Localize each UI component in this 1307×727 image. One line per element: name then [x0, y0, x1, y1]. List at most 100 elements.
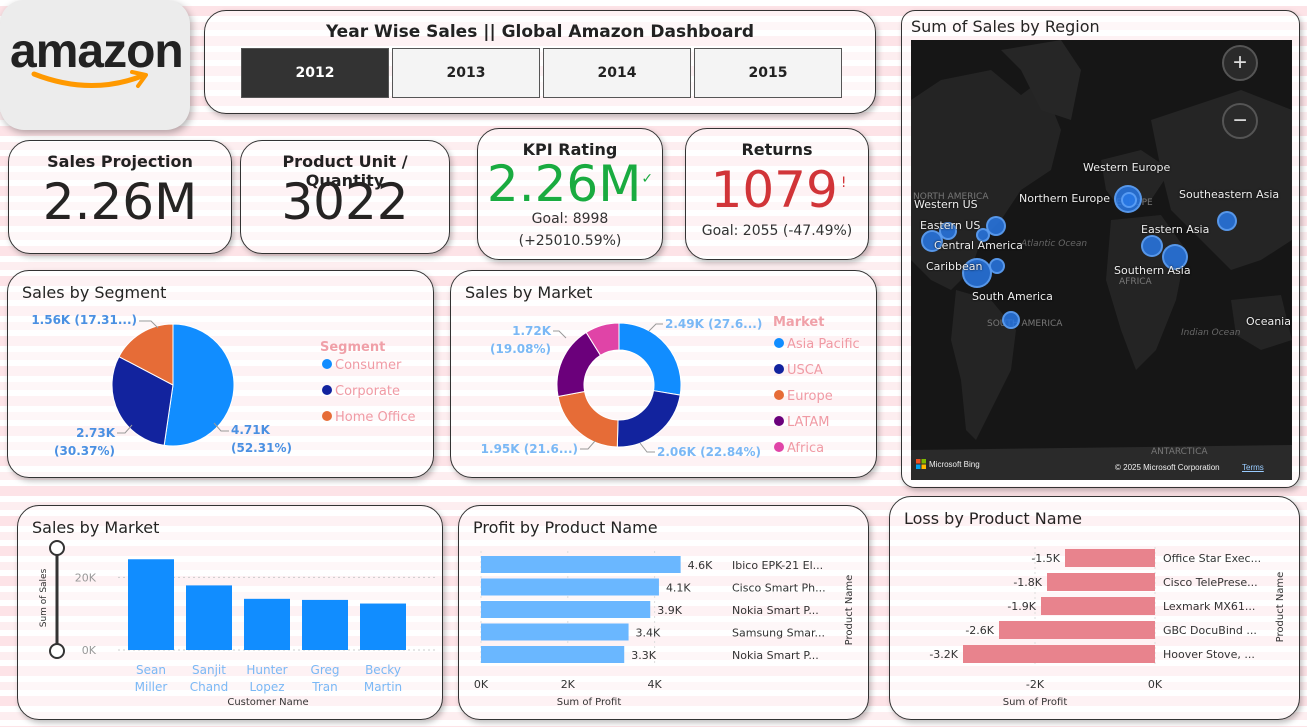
zoom-in-button[interactable]: + [1222, 45, 1258, 81]
legend-dot-home-office [322, 411, 332, 421]
market-leader-asia-pacific [648, 323, 663, 332]
product-units-value: 3022 [281, 173, 409, 231]
bubble-eastern-asia[interactable] [1141, 235, 1163, 257]
customer-x-axis-label: Customer Name [227, 697, 308, 708]
profit-chart-card: Profit by Product Name 0K 2K 4K 4.6K Ibico E… [458, 505, 869, 720]
map-label-eastern-us: Eastern US [920, 219, 981, 232]
sales-projection-card: Sales Projection 2.26M [8, 140, 232, 254]
map-label-southern-asia: Southern Asia [1114, 264, 1191, 277]
bar-sanjit-chand [186, 585, 232, 650]
donut-slice-asia-pacific [618, 322, 682, 396]
x-tick-label: Greg [311, 663, 340, 677]
map-label-northern-europe: Northern Europe [1019, 192, 1111, 205]
profit-bar [481, 578, 659, 596]
legend-dot-africa [774, 442, 784, 452]
bar-greg-tran [302, 599, 348, 650]
bubble-caribbean-2[interactable] [989, 258, 1005, 274]
map-geo-antarctica: ANTARCTICA [1151, 447, 1208, 457]
map-geo-south-america: SOUTH AMERICA [987, 319, 1063, 329]
legend-label-africa: Africa [787, 441, 824, 456]
segment-chart-card: Sales by Segment 4.71K (52.31%) 2.73K (30.3… [7, 270, 434, 478]
legend-dot-latam [774, 416, 784, 426]
kpi-rating-goal: Goal: 8998 [531, 211, 609, 227]
x-tick-label: -2K [1026, 678, 1045, 691]
map-label-south-america: South America [972, 290, 1053, 303]
year-button-2012[interactable]: 2012 [241, 48, 389, 98]
kpi-rating-value: 2.26M [486, 155, 642, 213]
x-tick-label: Hunter [246, 663, 287, 677]
bubble-southeastern-asia[interactable] [1217, 211, 1237, 231]
loss-value-label: -3.2K [929, 648, 958, 661]
loss-chart-card: Loss by Product Name -2K 0K -1.5K Office St… [889, 496, 1300, 720]
pie-slice-consumer [163, 323, 235, 447]
x-tick-label: Sean [136, 663, 166, 677]
market-chart-card: Sales by Market 2.49K (27.6...) 2.06K (22… [450, 270, 877, 478]
bubble-northern-europe[interactable] [1121, 192, 1137, 208]
map-terms-link[interactable]: Terms [1242, 463, 1264, 472]
year-button-2015[interactable]: 2015 [694, 48, 842, 98]
bing-label: Microsoft Bing [929, 459, 980, 469]
legend-label-corporate: Corporate [335, 384, 400, 399]
segment-legend-title: Segment [320, 340, 385, 355]
profit-bar-chart: 0K 2K 4K 4.6K Ibico EPK-21 El... 4.1K Cisco Sm… [474, 551, 855, 708]
map-title: Sum of Sales by Region [911, 17, 1100, 36]
sales-projection-title: Sales Projection [47, 152, 193, 171]
loss-x-axis-label: Sum of Profit [1003, 697, 1068, 708]
legend-dot-asia-pacific [774, 338, 784, 348]
customer-chart-card: Sales by Market Sum of Sales 0K 20K Sean Mil… [17, 505, 443, 720]
profit-category-label: Ibico EPK-21 El... [732, 559, 823, 572]
sales-projection-value: 2.26M [42, 173, 198, 231]
x-tick-label: 4K [647, 678, 662, 691]
profit-value-label: 3.3K [631, 649, 656, 662]
profit-bar [481, 623, 629, 641]
x-tick-label: Chand [190, 680, 229, 694]
world-map[interactable]: NORTH AMERICA EUROPE AFRICA SOUTH AMERIC… [911, 40, 1292, 480]
loss-y-axis-label: Product Name [1275, 572, 1286, 643]
kpi-rating-delta: (+25010.59%) [518, 233, 622, 249]
map-ocean-indian: Indian Ocean [1181, 328, 1241, 338]
customer-bar-chart: Sum of Sales 0K 20K Sean Miller Sanjit Chand Hu… [39, 540, 438, 708]
bing-attribution: Microsoft Bing [916, 459, 980, 469]
market-pct-latam: (19.08%) [490, 342, 551, 356]
dashboard-title: Year Wise Sales || Global Amazon Dashboa… [325, 22, 755, 42]
map-label-oceania: Oceania [1246, 315, 1291, 328]
year-button-2014[interactable]: 2014 [543, 48, 691, 98]
zoom-out-button[interactable]: − [1222, 103, 1258, 139]
profit-bar [481, 646, 625, 663]
year-button-2013[interactable]: 2013 [392, 48, 540, 98]
profit-category-label: Cisco Smart Ph... [732, 582, 826, 595]
donut-slice-usca [616, 390, 681, 448]
map-label-western-us: Western US [914, 198, 978, 211]
loss-bar [963, 645, 1155, 663]
bubble-south-america[interactable] [1002, 311, 1020, 329]
x-tick-label: Becky [365, 663, 401, 677]
profit-bar [481, 601, 651, 618]
loss-value-label: -1.5K [1031, 552, 1060, 565]
segment-pie-chart: 4.71K (52.31%) 2.73K (30.37%) 1.56K (17.31..… [31, 313, 415, 458]
market-leader-europe [580, 440, 596, 450]
amazon-smile-icon [31, 70, 148, 89]
segment-pct-consumer: (52.31%) [231, 441, 292, 455]
bar-sean-miller [128, 559, 174, 650]
segment-label-home-office: 1.56K (17.31...) [31, 313, 137, 327]
map-ocean-atlantic: Atlantic Ocean [1021, 239, 1088, 249]
market-label-usca: 2.06K (22.84%) [657, 445, 761, 459]
map-copyright: © 2025 Microsoft Corporation [1115, 463, 1220, 472]
legend-dot-usca [774, 364, 784, 374]
loss-value-label: -1.9K [1007, 600, 1036, 613]
map-label-southeastern-asia: Southeastern Asia [1179, 188, 1280, 201]
x-tick-label: Martin [364, 680, 402, 694]
loss-bar [1047, 573, 1155, 591]
alert-icon: ! [840, 175, 847, 191]
legend-dot-corporate [322, 385, 332, 395]
market-leader-latam [553, 330, 567, 339]
returns-value: 1079 [710, 161, 838, 219]
x-tick-label: 0K [1148, 678, 1163, 691]
profit-category-label: Nokia Smart P... [732, 604, 819, 617]
logo-card: amazon [0, 0, 190, 130]
loss-bar [1065, 549, 1155, 567]
x-tick-label: 2K [561, 678, 576, 691]
profit-x-axis-label: Sum of Profit [557, 697, 622, 708]
legend-label-consumer: Consumer [335, 358, 402, 373]
map-label-caribbean: Caribbean [926, 260, 983, 273]
